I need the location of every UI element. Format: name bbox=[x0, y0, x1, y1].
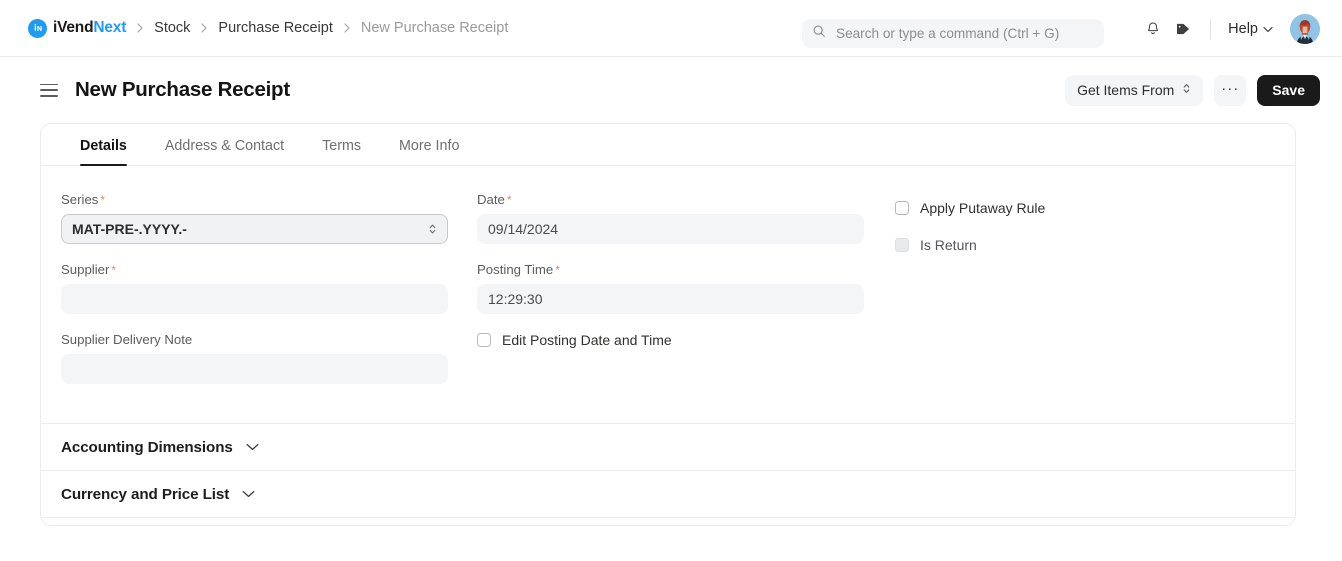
form-columns: Series * MAT-PRE-.YYYY.- Supplier * Supp… bbox=[61, 192, 1275, 402]
breadcrumb-separator bbox=[344, 23, 350, 33]
tab-address-contact[interactable]: Address & Contact bbox=[146, 138, 303, 165]
navbar-divider bbox=[1210, 18, 1212, 39]
help-menu-button[interactable]: Help bbox=[1223, 18, 1278, 40]
brand-prefix: iVend bbox=[53, 19, 94, 36]
form-column-right: Apply Putaway Rule Is Return bbox=[871, 192, 1271, 402]
navbar-left: iVendNext Stock Purchase Receipt New Pur… bbox=[0, 18, 509, 38]
chevron-updown-icon bbox=[1182, 82, 1191, 98]
supplier-delivery-note-field: Supplier Delivery Note bbox=[61, 332, 448, 384]
form-tabs: Details Address & Contact Terms More Inf… bbox=[41, 124, 1295, 166]
breadcrumb-purchase-receipt[interactable]: Purchase Receipt bbox=[218, 20, 332, 36]
bell-icon[interactable] bbox=[1138, 14, 1168, 44]
section-accounting-dimensions[interactable]: Accounting Dimensions bbox=[41, 423, 1295, 470]
required-marker: * bbox=[555, 263, 560, 277]
brand-name: iVendNext bbox=[53, 19, 126, 37]
ivendnext-logo-icon bbox=[28, 18, 47, 38]
series-select-wrap: MAT-PRE-.YYYY.- bbox=[61, 214, 448, 244]
breadcrumb-separator bbox=[201, 23, 208, 33]
is-return-checkbox[interactable] bbox=[895, 238, 909, 252]
search-icon bbox=[812, 24, 826, 43]
is-return-checkbox-row[interactable]: Is Return bbox=[895, 237, 1249, 253]
tag-icon[interactable] bbox=[1168, 14, 1198, 44]
avatar[interactable] bbox=[1290, 13, 1320, 44]
more-options-button[interactable]: ··· bbox=[1214, 74, 1247, 106]
posting-time-field: Posting Time * 12:29:30 bbox=[477, 262, 864, 314]
details-tab-panel: Series * MAT-PRE-.YYYY.- Supplier * Supp… bbox=[41, 166, 1295, 402]
navbar-right: Help bbox=[1138, 0, 1320, 57]
series-select[interactable]: MAT-PRE-.YYYY.- bbox=[61, 214, 448, 244]
edit-posting-date-time-label: Edit Posting Date and Time bbox=[502, 332, 672, 348]
date-input[interactable]: 09/14/2024 bbox=[477, 214, 864, 244]
required-marker: * bbox=[506, 193, 512, 207]
is-return-label: Is Return bbox=[920, 237, 977, 253]
get-items-from-button[interactable]: Get Items From bbox=[1065, 74, 1204, 106]
date-label: Date * bbox=[477, 192, 512, 207]
page-header-left: New Purchase Receipt bbox=[0, 78, 290, 102]
apply-putaway-rule-checkbox[interactable] bbox=[895, 201, 909, 215]
supplier-input[interactable] bbox=[61, 284, 448, 314]
help-label: Help bbox=[1228, 20, 1258, 37]
edit-posting-date-time-checkbox-row[interactable]: Edit Posting Date and Time bbox=[477, 332, 849, 348]
breadcrumb-separator bbox=[137, 23, 143, 33]
brand-logo-link[interactable]: iVendNext bbox=[28, 18, 126, 38]
apply-putaway-rule-checkbox-row[interactable]: Apply Putaway Rule bbox=[895, 200, 1249, 216]
search-input[interactable] bbox=[834, 25, 1094, 42]
brand-suffix: Next bbox=[93, 19, 127, 36]
chevron-down-icon bbox=[1263, 21, 1273, 37]
card-footer-spacer bbox=[41, 517, 1295, 555]
top-navbar: iVendNext Stock Purchase Receipt New Pur… bbox=[0, 0, 1342, 57]
supplier-field: Supplier * bbox=[61, 262, 448, 314]
page-title: New Purchase Receipt bbox=[75, 78, 290, 101]
breadcrumb-stock[interactable]: Stock bbox=[154, 20, 190, 36]
required-marker: * bbox=[111, 263, 117, 277]
save-button[interactable]: Save bbox=[1257, 74, 1320, 106]
posting-time-input[interactable]: 12:29:30 bbox=[477, 284, 864, 314]
page-header-actions: Get Items From ··· Save bbox=[1065, 57, 1320, 123]
section-currency-and-price-list[interactable]: Currency and Price List bbox=[41, 470, 1295, 517]
get-items-from-label: Get Items From bbox=[1077, 82, 1175, 98]
required-marker: * bbox=[100, 193, 106, 207]
page-header: New Purchase Receipt Get Items From ··· … bbox=[0, 57, 1342, 123]
form-card: Details Address & Contact Terms More Inf… bbox=[40, 123, 1296, 526]
accounting-dimensions-label: Accounting Dimensions bbox=[61, 438, 233, 456]
tab-details[interactable]: Details bbox=[61, 138, 146, 166]
breadcrumb-new-purchase-receipt: New Purchase Receipt bbox=[360, 20, 509, 36]
date-field: Date * 09/14/2024 bbox=[477, 192, 864, 244]
supplier-delivery-note-label: Supplier Delivery Note bbox=[61, 332, 193, 347]
tab-terms[interactable]: Terms bbox=[303, 138, 380, 165]
tab-more-info[interactable]: More Info bbox=[380, 138, 478, 165]
form-column-left: Series * MAT-PRE-.YYYY.- Supplier * Supp… bbox=[61, 192, 455, 402]
supplier-delivery-note-input[interactable] bbox=[61, 354, 448, 384]
chevron-down-icon bbox=[246, 438, 259, 456]
apply-putaway-rule-label: Apply Putaway Rule bbox=[920, 200, 1046, 216]
purchase-receipt-page: iVendNext Stock Purchase Receipt New Pur… bbox=[0, 0, 1342, 561]
chevron-down-icon bbox=[242, 485, 255, 503]
edit-posting-date-time-checkbox[interactable] bbox=[477, 333, 491, 347]
series-label: Series * bbox=[61, 192, 106, 207]
series-field: Series * MAT-PRE-.YYYY.- bbox=[61, 192, 448, 244]
form-column-middle: Date * 09/14/2024 Posting Time * 12:29:30 … bbox=[455, 192, 871, 402]
hamburger-menu-icon[interactable] bbox=[40, 83, 58, 97]
posting-time-label: Posting Time * bbox=[477, 262, 560, 277]
currency-and-price-list-label: Currency and Price List bbox=[61, 485, 230, 503]
global-search-box[interactable] bbox=[802, 19, 1104, 48]
supplier-label: Supplier * bbox=[61, 262, 117, 277]
